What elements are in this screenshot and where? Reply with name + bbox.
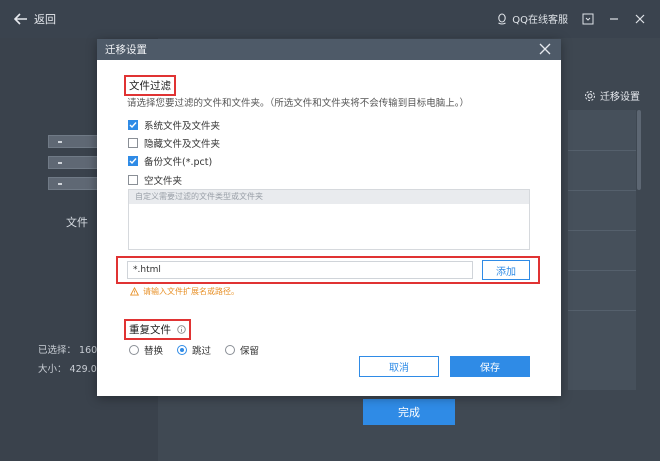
checkbox[interactable] [128,175,138,185]
duplicate-files-title: 重复文件 [124,319,192,340]
selected-value: 160 [79,345,98,356]
qq-icon [498,12,507,25]
drive-icon [48,135,104,148]
size-value: 429.0 [69,364,97,375]
divider [568,230,636,231]
file-filter-title: 文件过滤 [124,75,176,96]
add-button[interactable]: 添加 [482,260,530,280]
divider [568,190,636,191]
custom-filter-header: 自定义需要过滤的文件类型或文件夹 [129,190,529,204]
drive-icon [48,177,104,190]
top-bar: 返回 QQ在线客服 [0,0,660,38]
option-empty-folders[interactable]: 空文件夹 [128,173,182,187]
file-category-label: 文件 [66,216,88,229]
input-hint: 请输入文件扩展名或路径。 [130,286,239,297]
duplicate-options: 替换 跳过 保留 [129,343,259,357]
radio-circle[interactable] [225,345,236,355]
radio-replace[interactable]: 替换 [129,343,163,357]
right-list [568,110,636,390]
warning-icon [130,287,139,296]
migrate-settings-link[interactable]: 迁移设置 [584,88,640,103]
option-backup-files[interactable]: 备份文件(*.pct) [128,154,212,168]
dialog-header: 迁移设置 [97,39,561,60]
save-button[interactable]: 保存 [450,356,530,377]
drive-icon [48,156,104,169]
close-icon[interactable] [539,43,551,55]
option-label: 备份文件(*.pct) [144,157,213,168]
migration-settings-dialog: 迁移设置 文件过滤 请选择您要过滤的文件和文件夹。（所选文件和文件夹将不会传输到… [97,39,561,396]
hint-text: 请输入文件扩展名或路径。 [143,287,239,296]
selected-size: 大小： 429.0 [38,361,97,375]
extension-input[interactable]: *.html [127,261,473,279]
divider [568,150,636,151]
menu-dropdown-icon[interactable] [582,13,594,25]
info-icon[interactable] [177,325,187,334]
radio-label: 跳过 [192,346,212,357]
checkbox[interactable] [128,120,138,130]
checkbox[interactable] [128,138,138,148]
option-system-files[interactable]: 系统文件及文件夹 [128,118,220,132]
radio-label: 替换 [144,346,164,357]
migrate-settings-label: 迁移设置 [600,92,640,103]
duplicate-files-label: 重复文件 [129,324,171,336]
check-icon [129,158,137,165]
radio-circle[interactable] [177,345,188,355]
option-label: 空文件夹 [144,176,183,187]
radio-keep[interactable]: 保留 [225,343,259,357]
checkbox[interactable] [128,156,138,166]
option-hidden-files[interactable]: 隐藏文件及文件夹 [128,136,220,150]
selected-label: 已选择： [38,345,77,356]
option-label: 系统文件及文件夹 [144,121,221,132]
check-icon [129,122,137,129]
back-label: 返回 [34,13,56,26]
custom-filter-list[interactable]: 自定义需要过滤的文件类型或文件夹 [128,189,530,250]
qq-support-label: QQ在线客服 [512,15,568,26]
divider [568,270,636,271]
gear-icon [585,90,595,101]
qq-support-link[interactable]: QQ在线客服 [496,11,568,26]
window-controls: QQ在线客服 [496,11,646,26]
radio-circle[interactable] [129,345,139,355]
scrollbar[interactable] [637,110,641,190]
back-button[interactable]: 返回 [14,11,56,27]
option-label: 隐藏文件及文件夹 [144,139,221,150]
arrow-left-icon [14,13,27,25]
radio-skip[interactable]: 跳过 [177,343,211,357]
size-label: 大小： [38,364,67,375]
cancel-button[interactable]: 取消 [359,356,439,377]
minimize-icon[interactable] [608,13,620,25]
done-button[interactable]: 完成 [363,399,455,425]
file-filter-description: 请选择您要过滤的文件和文件夹。（所选文件和文件夹将不会传输到目标电脑上。） [127,98,470,109]
selected-count: 已选择： 160 [38,342,97,356]
add-filter-area: *.html 添加 [116,256,540,284]
divider [568,310,636,311]
radio-label: 保留 [240,346,260,357]
close-window-icon[interactable] [634,13,646,25]
dialog-title: 迁移设置 [105,44,147,56]
